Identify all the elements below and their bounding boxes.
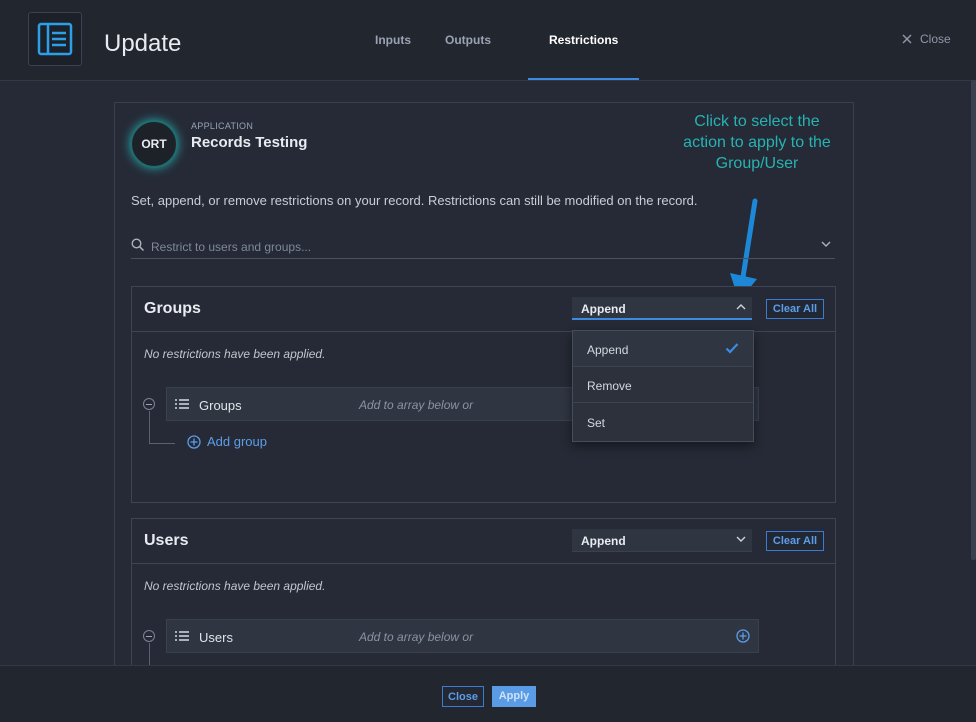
dropdown-option-remove[interactable]: Remove <box>573 367 753 403</box>
search-placeholder: Restrict to users and groups... <box>151 240 312 254</box>
add-group-button[interactable]: Add group <box>187 434 267 449</box>
tab-restrictions[interactable]: Restrictions <box>528 0 640 80</box>
chevron-down-icon[interactable] <box>821 240 831 248</box>
option-label: Remove <box>587 379 632 393</box>
groups-title: Groups <box>144 300 201 317</box>
header-bar: Update Inputs Outputs Restrictions Close <box>0 0 976 81</box>
option-label: Set <box>587 416 606 430</box>
action-dropdown-menu: Append Remove Set <box>572 330 754 442</box>
description-text: Set, append, or remove restrictions on y… <box>131 193 698 208</box>
application-name: Records Testing <box>191 134 308 151</box>
groups-array-label: Groups <box>199 398 242 413</box>
option-label: Append <box>587 343 629 357</box>
add-group-label: Add group <box>207 434 267 449</box>
groups-action-value: Append <box>581 302 626 316</box>
restrict-search[interactable]: Restrict to users and groups... <box>131 236 835 259</box>
application-badge: ORT <box>130 120 178 168</box>
groups-card-header: Groups Append Clear All <box>132 287 835 332</box>
tutorial-annotation: Click to select the action to apply to t… <box>660 111 854 174</box>
groups-collapse-icon[interactable] <box>143 398 155 410</box>
users-array-row[interactable]: Users Add to array below or <box>166 619 759 653</box>
groups-clear-all-button[interactable]: Clear All <box>766 299 824 319</box>
record-app-icon <box>28 12 82 66</box>
list-icon <box>175 631 189 641</box>
page-title: Update <box>104 30 182 57</box>
groups-action-select[interactable]: Append <box>572 297 752 320</box>
scrollbar[interactable] <box>971 80 976 560</box>
plus-circle-icon <box>187 434 201 449</box>
search-icon <box>131 238 145 252</box>
users-collapse-icon[interactable] <box>143 630 155 642</box>
users-title: Users <box>144 532 189 549</box>
tab-outputs[interactable]: Outputs <box>428 0 508 80</box>
tab-bar: Inputs Outputs Restrictions <box>358 0 640 80</box>
list-icon <box>175 399 189 409</box>
apply-button[interactable]: Apply <box>492 686 536 707</box>
tree-line <box>149 443 175 444</box>
annotation-line-3: Group/User <box>715 155 799 172</box>
users-action-value: Append <box>581 534 626 548</box>
users-empty-text: No restrictions have been applied. <box>144 579 326 593</box>
users-array-label: Users <box>199 630 233 645</box>
users-action-select[interactable]: Append <box>572 529 752 552</box>
groups-empty-text: No restrictions have been applied. <box>144 347 326 361</box>
annotation-line-2: action to apply to the <box>683 134 831 151</box>
users-array-hint: Add to array below or <box>359 630 474 644</box>
footer-close-button[interactable]: Close <box>442 686 484 707</box>
chevron-down-icon <box>736 536 746 542</box>
users-card: Users Append Clear All No restrictions h… <box>131 518 836 680</box>
chevron-up-icon <box>736 304 746 310</box>
dropdown-option-set[interactable]: Set <box>573 404 753 440</box>
tree-line <box>149 411 150 443</box>
groups-array-hint: Add to array below or <box>359 398 474 412</box>
users-clear-all-button[interactable]: Clear All <box>766 531 824 551</box>
dropdown-option-append[interactable]: Append <box>573 331 753 367</box>
annotation-line-1: Click to select the <box>694 113 820 130</box>
checkmark-icon <box>725 343 739 354</box>
close-label: Close <box>920 32 951 46</box>
tab-inputs[interactable]: Inputs <box>358 0 428 80</box>
close-icon <box>902 34 912 44</box>
close-button[interactable]: Close <box>902 32 951 46</box>
add-user-icon[interactable] <box>736 629 750 643</box>
users-card-header: Users Append Clear All <box>132 519 835 564</box>
footer-bar: Close Apply <box>0 665 976 722</box>
application-kicker: APPLICATION <box>191 121 254 131</box>
